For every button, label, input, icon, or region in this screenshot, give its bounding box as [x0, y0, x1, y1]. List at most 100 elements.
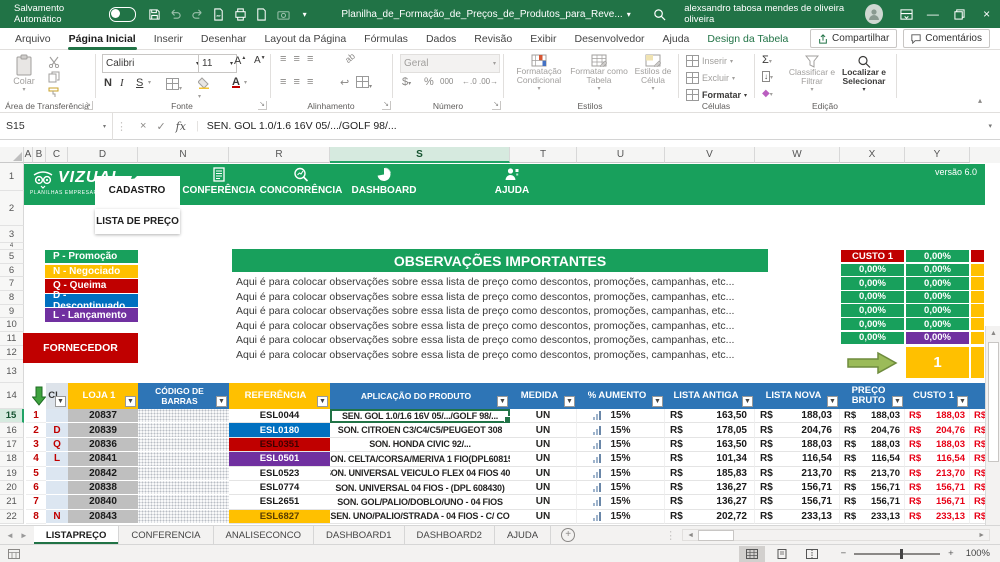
- tab-splitter[interactable]: ⋮: [665, 526, 676, 544]
- row-header-8[interactable]: 8: [0, 291, 24, 305]
- custo-cell-x[interactable]: 0,00%: [841, 277, 904, 290]
- row-header-4[interactable]: 4: [0, 243, 24, 250]
- menu-tab-inserir[interactable]: Inserir: [145, 28, 192, 50]
- row-header-19[interactable]: 19: [0, 466, 24, 481]
- menu-tab-página-inicial[interactable]: Página Inicial: [60, 28, 145, 50]
- comments-button[interactable]: Comentários: [903, 29, 990, 48]
- cell-medida[interactable]: UN: [510, 423, 577, 438]
- cell-aplicacao[interactable]: SON. HONDA CIVIC 92/...: [330, 437, 510, 453]
- menu-tab-desenvolvedor[interactable]: Desenvolvedor: [566, 28, 654, 50]
- table-header-aum[interactable]: % AUMENTO ▼: [577, 383, 665, 409]
- orientation-icon[interactable]: ab: [343, 51, 357, 65]
- merge-center-icon[interactable]: ▾: [356, 76, 372, 91]
- cell-seq[interactable]: 2: [26, 423, 46, 438]
- cell-lista-antiga[interactable]: R$ 163,50: [665, 437, 755, 453]
- underline-button[interactable]: S: [136, 77, 143, 89]
- custo-cell-y[interactable]: 0,00%: [906, 277, 969, 290]
- signature-doc-icon[interactable]: [208, 3, 229, 25]
- cell-classificacao[interactable]: N: [46, 509, 68, 524]
- cell-aplicacao[interactable]: SON. UNIVERSAL 04 FIOS - (DPL 608430): [330, 480, 510, 496]
- row-header-15[interactable]: 15: [0, 409, 24, 424]
- cell-aumento[interactable]: 15%: [577, 452, 665, 467]
- accounting-format-icon[interactable]: $▾: [402, 76, 411, 88]
- column-header-N[interactable]: N: [138, 147, 229, 163]
- custo-cell-x[interactable]: 0,00%: [841, 304, 904, 317]
- cell-loja[interactable]: 20838: [68, 480, 138, 496]
- zoom-in-icon[interactable]: +: [948, 548, 954, 559]
- font-color-icon[interactable]: A: [232, 76, 240, 88]
- italic-button[interactable]: I: [120, 77, 124, 89]
- custo-cell-y[interactable]: 0,00%: [906, 250, 969, 263]
- cell-aumento[interactable]: 15%: [577, 437, 665, 453]
- cell-codigo-barras[interactable]: [138, 409, 229, 424]
- cell-preco-bruto[interactable]: R$ 188,03: [840, 437, 905, 453]
- filter-icon[interactable]: ▼: [317, 396, 328, 407]
- copy-icon[interactable]: [48, 71, 60, 83]
- cell-classificacao[interactable]: L: [46, 452, 68, 467]
- namebox-splitter[interactable]: ⋮: [113, 120, 130, 133]
- font-size-select[interactable]: 11 ▾: [198, 54, 237, 73]
- save-icon[interactable]: [144, 3, 165, 25]
- document-title[interactable]: Planilha_de_Formação_de_Preços_de_Produt…: [341, 9, 622, 20]
- zoom-out-icon[interactable]: −: [841, 548, 847, 559]
- cell-aplicacao[interactable]: SON. GOL/PALIO/DOBLO/UNO - 04 FIOS: [330, 495, 510, 510]
- cell-medida[interactable]: UN: [510, 466, 577, 481]
- cell-classificacao[interactable]: Q: [46, 437, 68, 453]
- cell-lista-nova[interactable]: R$ 116,54: [755, 452, 840, 467]
- conditional-formatting-button[interactable]: Formatação Condicional ▾: [512, 54, 566, 92]
- custo-cell-y[interactable]: 0,00%: [906, 263, 969, 276]
- format-painter-icon[interactable]: [48, 86, 60, 98]
- insert-cells-button[interactable]: Inserir ▾: [686, 55, 733, 67]
- fornecedor-button[interactable]: FORNECEDOR: [23, 333, 138, 363]
- row-header-18[interactable]: 18: [0, 452, 24, 467]
- table-header-cl[interactable]: Cl ▼: [46, 383, 68, 409]
- align-top-icons[interactable]: ≡ ≡ ≡: [280, 53, 315, 65]
- increase-font-icon[interactable]: A▲: [234, 55, 246, 67]
- cell-seq[interactable]: 6: [26, 481, 46, 496]
- cell-referencia[interactable]: ESL0501: [229, 452, 330, 467]
- cell-medida[interactable]: UN: [510, 509, 577, 524]
- ribbon-display-options-icon[interactable]: [893, 0, 920, 28]
- cell-codigo-barras[interactable]: [138, 480, 229, 496]
- cell-aumento[interactable]: 15%: [577, 509, 665, 524]
- page-break-view-icon[interactable]: [799, 546, 825, 562]
- bold-button[interactable]: N: [104, 77, 112, 89]
- column-header-Y[interactable]: Y: [905, 147, 970, 163]
- name-box[interactable]: S15 ▾: [0, 112, 113, 140]
- cell-aplicacao[interactable]: SEN. GOL 1.0/1.6 16V 05/.../GOLF 98/...: [330, 409, 510, 424]
- hscroll-right-icon[interactable]: ►: [974, 532, 989, 539]
- menu-tab-revisão[interactable]: Revisão: [465, 28, 521, 50]
- filter-icon[interactable]: ▼: [125, 396, 136, 407]
- filter-icon[interactable]: ▼: [957, 396, 968, 407]
- custo-cell-x[interactable]: 0,00%: [841, 331, 904, 344]
- custo-cell-x[interactable]: 0,00%: [841, 263, 904, 276]
- cell-lista-antiga[interactable]: R$ 136,27: [665, 495, 755, 510]
- row-header-16[interactable]: 16: [0, 423, 24, 438]
- filter-icon[interactable]: ▼: [892, 396, 903, 407]
- close-button[interactable]: ×: [973, 0, 1000, 28]
- format-cells-button[interactable]: Formatar ▾: [686, 89, 747, 101]
- sheet-tab-ajuda[interactable]: AJUDA: [495, 526, 552, 544]
- column-header-A[interactable]: A: [24, 147, 33, 163]
- table-header-loja[interactable]: LOJA 1 ▼: [68, 383, 138, 409]
- cell-loja[interactable]: 20842: [68, 466, 138, 481]
- table-header-ref[interactable]: REFERÊNCIA ▼: [229, 383, 330, 409]
- cell-lista-antiga[interactable]: R$ 178,05: [665, 423, 755, 438]
- filter-icon[interactable]: ▼: [55, 396, 66, 407]
- menu-tab-desenhar[interactable]: Desenhar: [192, 28, 256, 50]
- collapse-ribbon-icon[interactable]: ▴: [978, 96, 982, 105]
- cell-referencia[interactable]: ESL0180: [229, 423, 330, 438]
- column-header-C[interactable]: C: [46, 147, 68, 163]
- normal-view-icon[interactable]: [738, 545, 765, 562]
- row-header-12[interactable]: 12: [0, 346, 24, 360]
- nav-tab-dashboard[interactable]: DASHBOARD: [324, 185, 444, 196]
- cell-lista-nova[interactable]: R$ 188,03: [755, 437, 840, 453]
- cell-aumento[interactable]: 15%: [577, 409, 665, 424]
- custo-selector-value[interactable]: 1: [906, 347, 969, 378]
- cell-aumento[interactable]: 15%: [577, 495, 665, 510]
- row-header-10[interactable]: 10: [0, 318, 24, 332]
- cell-classificacao[interactable]: [46, 495, 68, 510]
- cell-codigo-barras[interactable]: [138, 509, 229, 524]
- menu-tab-fórmulas[interactable]: Fórmulas: [355, 28, 417, 50]
- custo-cell-x[interactable]: 0,00%: [841, 290, 904, 304]
